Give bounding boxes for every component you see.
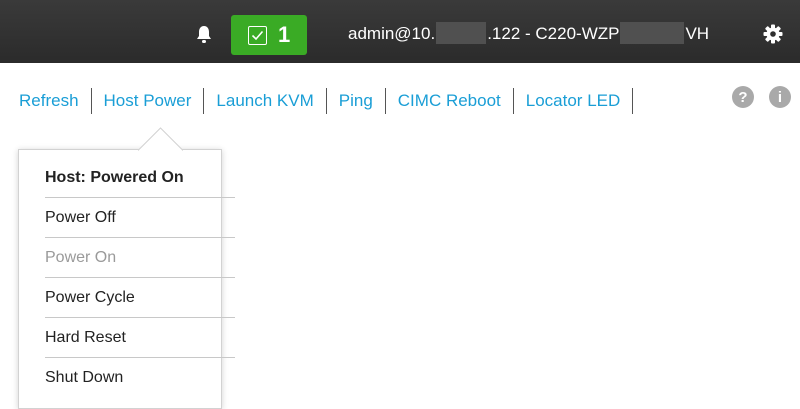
power-on-item: Power On [45,249,117,266]
separator [90,88,92,114]
menu-divider [45,317,235,318]
redaction-block [436,22,487,44]
alarm-badge[interactable]: 1 [231,15,307,55]
shut-down-item[interactable]: Shut Down [45,369,123,387]
action-toolbar: Refresh Host Power Launch KVM Ping CIMC … [19,86,645,116]
separator [632,88,634,114]
host-power-menu: Host: Powered On Power Off Power On Powe… [18,149,235,409]
launch-kvm-link[interactable]: Launch KVM [216,91,313,111]
ping-link[interactable]: Ping [339,91,373,111]
separator [203,88,205,114]
separator [512,88,514,114]
bell-icon[interactable] [194,24,214,44]
redaction-block [620,22,685,44]
alarm-count: 1 [278,22,291,47]
menu-divider [45,197,235,198]
info-icon[interactable]: i [769,86,791,108]
menu-divider [45,277,235,278]
locator-led-link[interactable]: Locator LED [526,91,621,111]
gear-icon[interactable] [763,24,783,44]
cimc-reboot-link[interactable]: CIMC Reboot [398,91,501,111]
menu-pointer-arrow [138,127,183,151]
user-prefix: admin@10. [348,24,436,43]
hard-reset-item[interactable]: Hard Reset [45,329,126,347]
user-suffix: VH [685,24,710,43]
top-header-bar: 1 admin@10. .122 - C220-WZP VH [0,0,800,63]
refresh-link[interactable]: Refresh [19,91,79,111]
host-power-link[interactable]: Host Power [104,91,192,111]
user-session-info: admin@10. .122 - C220-WZP VH [348,22,709,46]
power-cycle-item[interactable]: Power Cycle [45,289,135,307]
help-icon[interactable]: ? [732,86,754,108]
power-off-item[interactable]: Power Off [45,209,116,227]
checkbox-icon [248,25,267,45]
separator [325,88,327,114]
host-status-header: Host: Powered On [45,169,184,186]
menu-divider [45,237,235,238]
menu-divider [45,357,235,358]
separator [384,88,386,114]
user-middle: .122 - C220-WZP [487,24,620,43]
